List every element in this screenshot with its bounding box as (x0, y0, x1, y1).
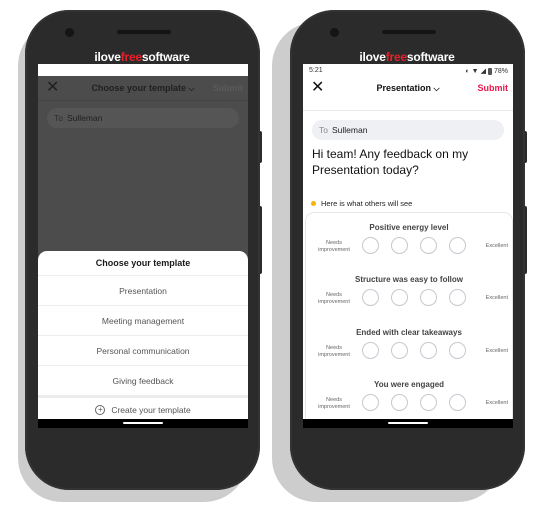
submit-button[interactable]: Submit (213, 83, 244, 93)
preview-note-text: Here is what others will see (321, 199, 413, 208)
create-template-label: Create your template (111, 405, 191, 415)
rating-option-2[interactable] (391, 342, 408, 359)
recipient-value: Sulleman (331, 125, 368, 135)
question-title: You were engaged (373, 380, 445, 389)
to-label: To (319, 125, 328, 135)
template-option-giving-feedback[interactable]: Giving feedback (38, 366, 248, 396)
rating-option-1[interactable] (362, 394, 379, 411)
question-title: Ended with clear takeaways (356, 328, 462, 337)
navigation-bar (38, 419, 248, 428)
question-title: Structure was easy to follow (354, 275, 464, 284)
brand-watermark: ilovefreesoftware (37, 50, 247, 64)
home-gesture-bar[interactable] (123, 422, 163, 424)
app-header: ✕ Presentation ⌵ Submit (303, 76, 513, 100)
message-text[interactable]: Hi team! Any feedback on my Presentation… (312, 146, 492, 178)
template-option-personal-communication[interactable]: Personal communication (38, 336, 248, 366)
brand-prefix: ilove (359, 50, 386, 64)
question-item: Ended with clear takeaways Needs improve… (306, 328, 512, 380)
brand-accent: free (385, 50, 407, 64)
rating-option-2[interactable] (391, 289, 408, 306)
status-bar (38, 64, 248, 76)
high-label: Excellent (485, 348, 508, 354)
chevron-down-icon: ⌵ (188, 83, 195, 93)
template-option-presentation[interactable]: Presentation (38, 276, 248, 306)
template-sheet: Choose your template Presentation Meetin… (38, 251, 248, 419)
brand-prefix: ilove (94, 50, 121, 64)
preview-note: Here is what others will see (311, 199, 412, 208)
rating-option-2[interactable] (391, 237, 408, 254)
low-label: Needs improvement (318, 397, 350, 410)
high-label: Excellent (485, 243, 508, 249)
brand-suffix: software (406, 50, 455, 64)
rating-option-1[interactable] (362, 342, 379, 359)
low-label: Needs improvement (318, 240, 350, 253)
status-time: 5:21 (309, 67, 323, 74)
app-header: ✕ Choose your template ⌵ Submit (38, 76, 248, 100)
recipient-value: Sulleman (66, 113, 103, 123)
battery-icon (487, 67, 492, 75)
brand-accent: free (120, 50, 142, 64)
low-label: Needs improvement (318, 292, 350, 305)
rating-option-4[interactable] (449, 394, 466, 411)
rating-option-3[interactable] (420, 289, 437, 306)
sheet-title: Choose your template (38, 251, 248, 276)
speaker (382, 30, 436, 34)
high-label: Excellent (485, 295, 508, 301)
vibrate-icon: ◐ (465, 67, 470, 75)
rating-option-3[interactable] (420, 394, 437, 411)
rating-option-1[interactable] (362, 289, 379, 306)
wifi-icon: ▼ (471, 67, 479, 75)
submit-button[interactable]: Submit (478, 83, 509, 93)
right-screen: 5:21 ◐ ▼ ◢ 78% ✕ Presentation ⌵ Submit T… (303, 64, 513, 428)
status-icons: ◐ ▼ ◢ 78% (465, 67, 508, 75)
camera (330, 28, 339, 37)
rating-option-3[interactable] (420, 342, 437, 359)
home-gesture-bar[interactable] (388, 422, 428, 424)
chevron-down-icon: ⌵ (433, 83, 440, 93)
rating-option-3[interactable] (420, 237, 437, 254)
brand-suffix: software (141, 50, 190, 64)
recipient-field[interactable]: To Sulleman (47, 108, 239, 128)
question-title: Positive energy level (369, 223, 449, 232)
left-phone-frame: ilovefreesoftware ✕ Choose your template… (25, 10, 260, 490)
battery-percent: 78% (493, 67, 508, 75)
to-label: To (54, 113, 63, 123)
navigation-bar (303, 419, 513, 428)
bullet-dot-icon (311, 201, 316, 206)
question-item: Positive energy level Needs improvement … (306, 223, 512, 275)
rating-option-1[interactable] (362, 237, 379, 254)
low-label: Needs improvement (318, 345, 350, 358)
brand-watermark: ilovefreesoftware (302, 50, 512, 64)
camera (65, 28, 74, 37)
right-phone-frame: ilovefreesoftware 5:21 ◐ ▼ ◢ 78% ✕ Prese… (290, 10, 525, 490)
signal-icon: ◢ (480, 68, 486, 75)
header-title: Choose your template (91, 82, 186, 93)
plus-circle-icon: + (95, 405, 106, 415)
feedback-preview-card: Positive energy level Needs improvement … (305, 212, 513, 428)
rating-option-2[interactable] (391, 394, 408, 411)
header-title: Presentation (376, 82, 431, 93)
rating-option-4[interactable] (449, 289, 466, 306)
template-option-meeting-management[interactable]: Meeting management (38, 306, 248, 336)
header-divider (303, 110, 513, 111)
header-divider (38, 100, 248, 101)
recipient-field[interactable]: To Sulleman (312, 120, 504, 140)
rating-option-4[interactable] (449, 237, 466, 254)
speaker (117, 30, 171, 34)
rating-option-4[interactable] (449, 342, 466, 359)
left-screen: ✕ Choose your template ⌵ Submit To Sulle… (38, 64, 248, 428)
high-label: Excellent (485, 400, 508, 406)
question-item: Structure was easy to follow Needs impro… (306, 275, 512, 327)
